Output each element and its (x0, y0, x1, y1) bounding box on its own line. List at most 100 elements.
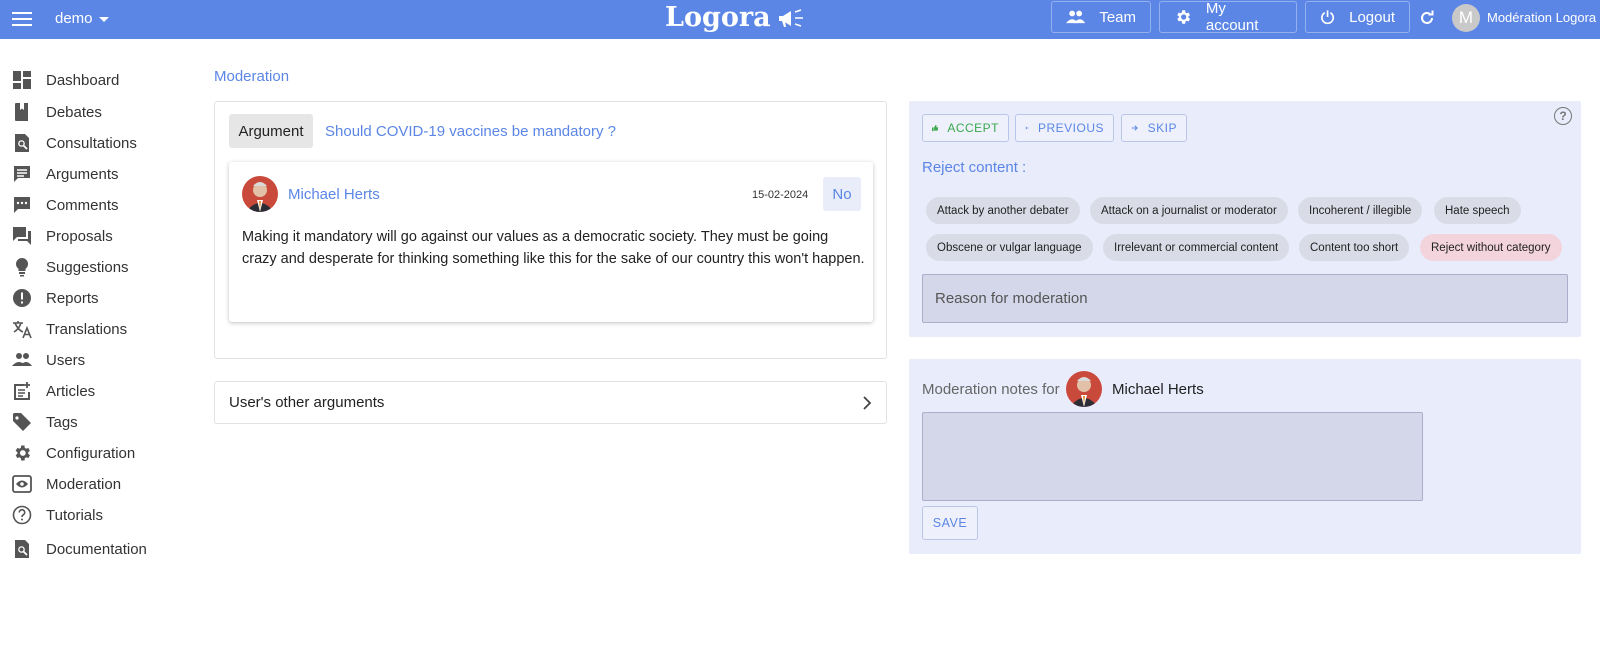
sidebar-item-label: Translations (46, 320, 128, 338)
gear-icon (15, 445, 30, 461)
my-account-label: My account (1205, 0, 1259, 34)
power-icon (1321, 10, 1335, 25)
reject-chip[interactable]: Irrelevant or commercial content (1103, 234, 1290, 261)
other-arguments-label: User's other arguments (229, 394, 385, 411)
sidebar-item-proposals[interactable]: Proposals (12, 225, 113, 247)
message-icon (14, 166, 30, 182)
sidebar-item-label: Moderation (46, 475, 122, 493)
reason-input[interactable]: Reason for moderation (922, 274, 1568, 323)
gear-icon (1177, 10, 1191, 24)
sidebar-item-comments[interactable]: Comments (12, 194, 119, 216)
sidebar-item-arguments[interactable]: Arguments (12, 163, 119, 185)
sidebar-item-consultations[interactable]: Consultations (12, 132, 137, 154)
chevron-right-icon (863, 395, 872, 410)
skip-button[interactable]: SKIP (1121, 114, 1187, 142)
sidebar-item-moderation[interactable]: Moderation (12, 473, 121, 495)
workspace-label: demo (55, 10, 93, 27)
document-search-icon (15, 134, 29, 152)
users-icon (12, 353, 32, 366)
avatar[interactable] (242, 176, 278, 212)
sidebar-item-label: Users (46, 351, 86, 369)
debate-title-link[interactable]: Should COVID-19 vaccines be mandatory ? (325, 123, 616, 140)
arrow-left-icon (1025, 126, 1029, 130)
other-arguments-toggle[interactable]: User's other arguments (214, 381, 887, 424)
sidebar-item-label: Configuration (46, 444, 136, 462)
reject-chip[interactable]: Attack by another debater (926, 197, 1080, 224)
logout-label: Logout (1349, 8, 1395, 26)
refresh-icon[interactable] (1418, 9, 1436, 27)
argument-date: 15-02-2024 (752, 189, 809, 201)
sidebar-item-label: Arguments (46, 165, 119, 183)
help-icon[interactable]: ? (1554, 107, 1572, 125)
argument-card: Argument Should COVID-19 vaccines be man… (214, 101, 887, 359)
user-name[interactable]: Modération Logora (1487, 10, 1596, 25)
content-type-badge: Argument (229, 114, 313, 148)
sidebar-item-tags[interactable]: Tags (12, 411, 78, 433)
sidebar-item-translations[interactable]: Translations (12, 318, 127, 340)
sidebar-item-articles[interactable]: Articles (12, 380, 95, 402)
sidebar-item-debates[interactable]: Debates (12, 101, 102, 123)
accept-button[interactable]: ACCEPT (922, 114, 1009, 142)
my-account-button[interactable]: My account (1159, 0, 1297, 34)
reject-chip[interactable]: Obscene or vulgar language (926, 234, 1093, 261)
sidebar-item-label: Suggestions (46, 258, 129, 276)
save-button[interactable]: SAVE (922, 506, 978, 540)
sidebar-item-reports[interactable]: Reports (12, 287, 99, 309)
author-name[interactable]: Michael Herts (288, 186, 380, 203)
document-search-icon (15, 540, 29, 558)
previous-button[interactable]: PREVIOUS (1015, 114, 1114, 142)
team-label: Team (1099, 8, 1136, 26)
argument-box: Michael Herts 15-02-2024 No Making it ma… (229, 162, 873, 322)
notes-label: Moderation notes for (922, 381, 1060, 398)
lightbulb-icon (15, 257, 29, 277)
sidebar-item-configuration[interactable]: Configuration (12, 442, 135, 464)
user-avatar[interactable]: M (1452, 4, 1480, 32)
sidebar-item-label: Articles (46, 382, 96, 400)
logout-button[interactable]: Logout (1305, 1, 1410, 33)
team-icon (1066, 10, 1086, 24)
accept-label: ACCEPT (947, 121, 999, 135)
sidebar-item-label: Tags (46, 413, 78, 431)
sidebar-item-label: Dashboard (46, 71, 120, 89)
menu-icon[interactable] (12, 9, 32, 29)
logo-text: Logora (665, 2, 771, 33)
eye-icon (12, 475, 32, 493)
sidebar-item-label: Comments (46, 196, 119, 214)
chevron-down-icon (98, 17, 109, 22)
sidebar-item-label: Tutorials (46, 506, 103, 524)
sidebar-item-label: Documentation (46, 540, 147, 558)
sidebar-item-documentation[interactable]: Documentation (12, 538, 147, 560)
reject-chip[interactable]: Attack on a journalist or moderator (1090, 197, 1288, 224)
notes-user-name: Michael Herts (1112, 381, 1204, 398)
sidebar-item-tutorials[interactable]: Tutorials (12, 504, 103, 526)
argument-content: Making it mandatory will go against our … (242, 229, 865, 267)
moderation-notes-textarea[interactable] (922, 412, 1423, 501)
reject-chip[interactable]: Content too short (1299, 234, 1410, 261)
sidebar-item-suggestions[interactable]: Suggestions (12, 256, 129, 278)
moderation-actions-panel: ACCEPT PREVIOUS SKIP ? Reject content : … (909, 101, 1581, 337)
sidebar-item-users[interactable]: Users (12, 349, 85, 371)
tag-icon (13, 413, 31, 431)
help-circle-icon (12, 505, 32, 525)
forum-icon (13, 227, 31, 245)
sidebar-item-label: Consultations (46, 134, 137, 152)
sidebar-item-dashboard[interactable]: Dashboard (12, 69, 119, 91)
article-add-icon (14, 382, 30, 400)
top-bar: demo Logora Team My account Logout M Mod… (0, 0, 1600, 39)
reject-without-category-chip[interactable]: Reject without category (1420, 234, 1562, 261)
team-button[interactable]: Team (1051, 1, 1151, 33)
reject-chip[interactable]: Incoherent / illegible (1298, 197, 1423, 224)
workspace-selector[interactable]: demo (55, 10, 109, 27)
alert-icon (13, 289, 31, 307)
reject-content-label: Reject content : (922, 159, 1027, 176)
moderation-notes-panel: Moderation notes for Michael Herts SAVE (909, 359, 1581, 554)
book-icon (15, 103, 28, 121)
thumbs-up-icon (932, 124, 939, 132)
reject-chip[interactable]: Hate speech (1434, 197, 1521, 224)
logo: Logora (665, 2, 805, 33)
avatar (1066, 371, 1102, 407)
sidebar-item-label: Proposals (46, 227, 113, 245)
breadcrumb[interactable]: Moderation (214, 68, 289, 85)
comment-icon (14, 197, 30, 213)
skip-label: SKIP (1147, 121, 1177, 135)
